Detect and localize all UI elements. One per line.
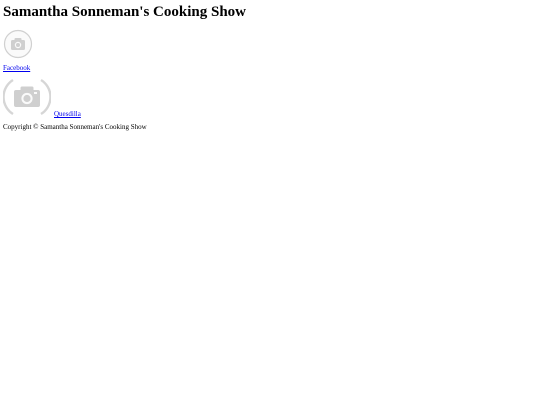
site-title: Samantha Sonneman's Cooking Show (3, 4, 246, 20)
camera-placeholder-icon (3, 29, 33, 59)
recipe-item: Quesdilla (3, 76, 537, 118)
quesadilla-link[interactable]: Quesdilla (54, 110, 81, 118)
camera-placeholder-icon (3, 78, 51, 116)
page: Samantha Sonneman's Cooking Show Faceboo… (0, 0, 540, 405)
facebook-link[interactable]: Facebook (3, 64, 537, 72)
copyright-text: Copyright © Samantha Sonneman's Cooking … (3, 123, 147, 131)
facebook-thumbnail[interactable] (3, 29, 537, 59)
quesadilla-thumbnail[interactable] (3, 76, 51, 118)
social-section: Facebook (3, 29, 537, 72)
